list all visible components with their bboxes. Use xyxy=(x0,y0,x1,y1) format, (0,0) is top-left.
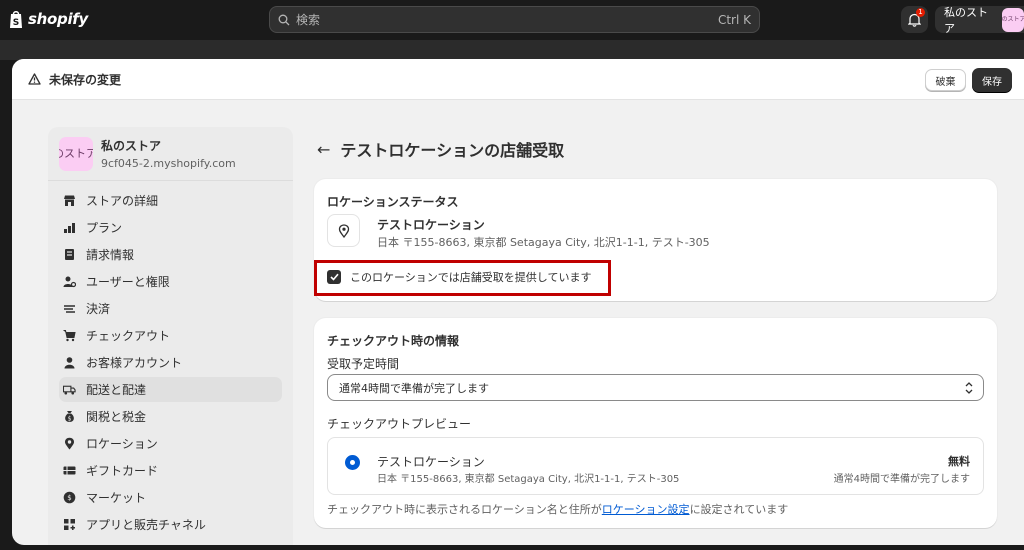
search-icon xyxy=(278,14,290,25)
logo-text: shopify xyxy=(28,10,88,28)
sidebar-item-users[interactable]: ユーザーと権限 xyxy=(59,269,282,294)
sidebar-item-label: 配送と配達 xyxy=(86,383,147,397)
notifications-button[interactable]: 1 xyxy=(901,6,928,33)
cart-icon xyxy=(63,329,76,342)
store-avatar-small: のストア xyxy=(1001,7,1024,32)
apps-icon xyxy=(63,518,76,531)
sidebar-item-billing[interactable]: 請求情報 xyxy=(59,242,282,267)
location-name: テストロケーション xyxy=(377,218,485,232)
notification-badge: 1 xyxy=(916,8,925,17)
sidebar-item-markets[interactable]: $ マーケット xyxy=(59,485,282,510)
truck-icon xyxy=(63,383,76,396)
settings-modal: 未保存の変更 破棄 保存 のストア 私のストア 9cf045-2.myshopi… xyxy=(12,59,1024,545)
tax-icon: $ xyxy=(63,410,76,423)
local-pickup-checkbox-row[interactable]: このロケーションでは店舗受取を提供しています xyxy=(327,269,591,285)
checkout-info-card: チェックアウト時の情報 受取予定時間 通常4時間で準備が完了します チェックアウ… xyxy=(314,318,997,528)
svg-text:$: $ xyxy=(68,416,72,423)
plan-icon xyxy=(63,221,76,234)
unsaved-changes-bar: 未保存の変更 破棄 保存 xyxy=(12,59,1024,100)
store-name: 私のストア xyxy=(101,139,162,153)
store-menu-label: 私のストア xyxy=(944,6,988,33)
sidebar-item-label: 決済 xyxy=(86,302,111,316)
sidebar-item-label: プラン xyxy=(86,221,123,235)
sidebar-item-payments[interactable]: 決済 xyxy=(59,296,282,321)
checkout-info-title: チェックアウト時の情報 xyxy=(327,334,460,348)
checkmark-icon xyxy=(329,273,339,281)
search-placeholder: 検索 xyxy=(296,13,321,27)
backdrop xyxy=(0,40,1024,60)
note-text-after: に設定されています xyxy=(689,503,789,516)
location-status-title: ロケーションステータス xyxy=(327,195,459,209)
pickup-time-label: 受取予定時間 xyxy=(327,357,400,371)
sidebar-item-checkout[interactable]: チェックアウト xyxy=(59,323,282,348)
preview-location-address: 日本 〒155-8663, 東京都 Setagaya City, 北沢1-1-1… xyxy=(377,474,680,485)
sidebar-item-taxes[interactable]: $ 関税と税金 xyxy=(59,404,282,429)
sidebar-item-shipping[interactable]: 配送と配達 xyxy=(59,377,282,402)
pickup-time-select[interactable]: 通常4時間で準備が完了します xyxy=(327,374,984,401)
sidebar-item-store-details[interactable]: ストアの詳細 xyxy=(59,188,282,213)
sidebar-item-label: お客様アカウント xyxy=(86,356,183,370)
sidebar-item-label: チェックアウト xyxy=(86,329,171,343)
preview-ready-time: 通常4時間で準備が完了します xyxy=(833,474,970,485)
preview-radio-selected xyxy=(345,455,360,470)
store-icon xyxy=(63,194,76,207)
svg-text:$: $ xyxy=(67,494,71,502)
store-card[interactable]: のストア 私のストア 9cf045-2.myshopify.com xyxy=(48,127,293,181)
sidebar-item-locations[interactable]: ロケーション xyxy=(59,431,282,456)
unsaved-label: 未保存の変更 xyxy=(49,72,122,87)
users-icon xyxy=(63,275,76,288)
location-icon xyxy=(63,437,76,450)
back-arrow-icon[interactable]: ← xyxy=(317,140,330,159)
sidebar-item-gift-cards[interactable]: ギフトカード xyxy=(59,458,282,483)
sidebar-item-label: 関税と税金 xyxy=(86,410,147,424)
local-pickup-checkbox-label: このロケーションでは店舗受取を提供しています xyxy=(350,271,592,284)
person-icon xyxy=(63,356,76,369)
preview-location-name: テストロケーション xyxy=(377,455,485,469)
shopify-logo[interactable]: S shopify xyxy=(8,9,88,29)
top-bar: S shopify 検索 Ctrl K 1 私のストア のストア xyxy=(0,0,1024,40)
sidebar-item-label: ユーザーと権限 xyxy=(86,275,170,289)
warning-icon xyxy=(28,73,41,85)
checkout-preview-label: チェックアウトプレビュー xyxy=(327,417,472,431)
save-button[interactable]: 保存 xyxy=(972,68,1012,92)
billing-icon xyxy=(63,248,76,261)
store-domain: 9cf045-2.myshopify.com xyxy=(101,157,236,170)
sidebar-item-customer-accounts[interactable]: お客様アカウント xyxy=(59,350,282,375)
gift-card-icon xyxy=(63,464,76,477)
store-avatar: のストア xyxy=(59,136,93,171)
store-menu-button[interactable]: 私のストア のストア xyxy=(935,6,1024,33)
location-status-card: ロケーションステータス テストロケーション 日本 〒155-8663, 東京都 … xyxy=(314,179,997,301)
local-pickup-checkbox[interactable] xyxy=(327,270,341,284)
checkout-preview-box: テストロケーション 日本 〒155-8663, 東京都 Setagaya Cit… xyxy=(327,437,984,495)
sidebar-item-label: アプリと販売チャネル xyxy=(86,518,206,532)
svg-text:S: S xyxy=(13,18,19,28)
location-thumbnail xyxy=(327,214,360,247)
page-header: ← テストロケーションの店舗受取 xyxy=(317,137,564,161)
location-settings-link[interactable]: ロケーション設定 xyxy=(602,503,690,516)
sidebar-item-label: ギフトカード xyxy=(86,464,159,478)
sidebar-item-plan[interactable]: プラン xyxy=(59,215,282,240)
sidebar-item-label: マーケット xyxy=(86,491,147,505)
select-chevron-icon xyxy=(965,382,973,394)
shopify-bag-icon: S xyxy=(10,11,22,28)
unsaved-warning: 未保存の変更 xyxy=(28,71,121,88)
location-settings-note: チェックアウト時に表示されるロケーション名と住所がロケーション設定に設定されてい… xyxy=(327,501,788,517)
search-bar[interactable]: 検索 Ctrl K xyxy=(269,6,760,33)
location-address: 日本 〒155-8663, 東京都 Setagaya City, 北沢1-1-1… xyxy=(377,236,710,249)
payments-icon xyxy=(63,302,76,315)
preview-price: 無料 xyxy=(948,455,970,468)
globe-icon: $ xyxy=(63,491,76,504)
sidebar-item-label: 請求情報 xyxy=(86,248,135,262)
sidebar-item-label: ストアの詳細 xyxy=(86,194,159,208)
search-shortcut: Ctrl K xyxy=(717,12,751,27)
settings-sidebar: のストア 私のストア 9cf045-2.myshopify.com ストアの詳細… xyxy=(48,127,293,545)
location-pin-icon xyxy=(338,223,349,238)
sidebar-item-apps[interactable]: アプリと販売チャネル xyxy=(59,512,282,537)
settings-nav: ストアの詳細 プラン 請求情報 ユーザーと権限 決済 チェックアウト お客様アカ… xyxy=(48,181,293,537)
page-title: テストロケーションの店舗受取 xyxy=(340,141,565,160)
sidebar-item-label: ロケーション xyxy=(86,437,158,451)
pickup-time-value: 通常4時間で準備が完了します xyxy=(339,381,489,395)
note-text-before: チェックアウト時に表示されるロケーション名と住所が xyxy=(327,503,602,516)
discard-button[interactable]: 破棄 xyxy=(925,69,966,91)
